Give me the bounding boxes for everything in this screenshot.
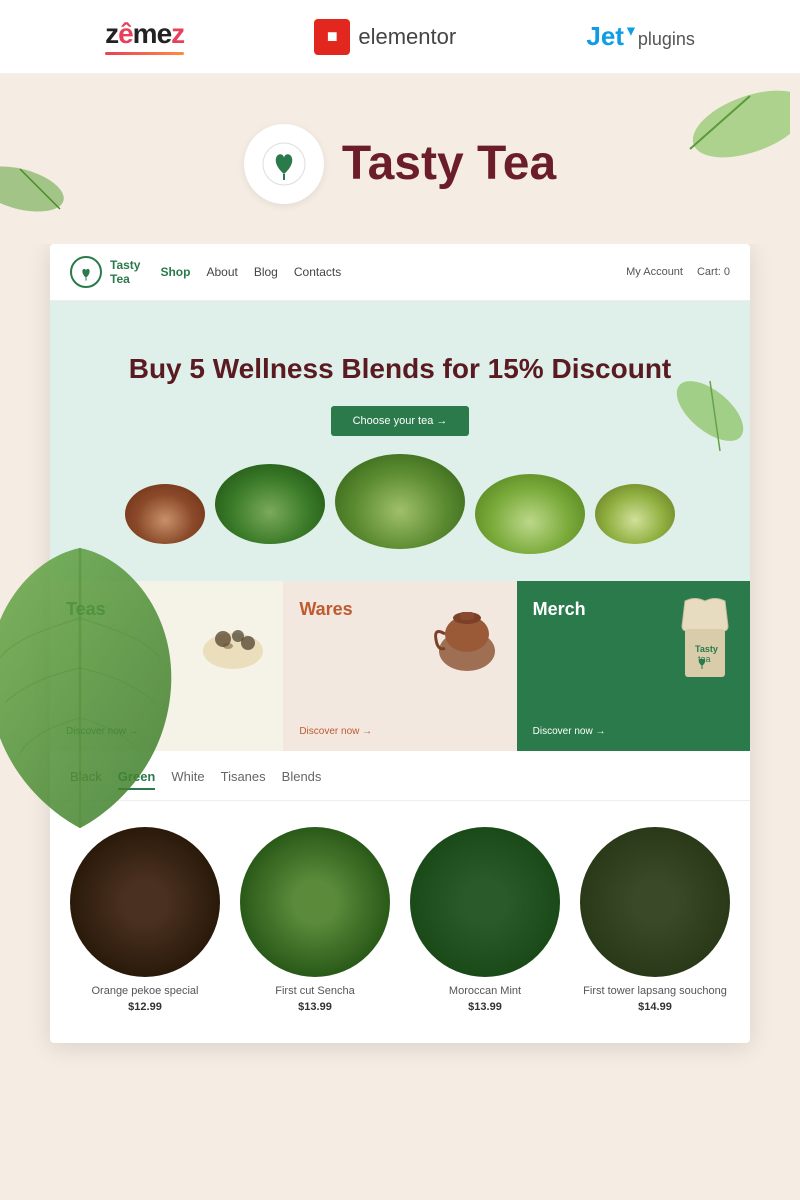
product-image [240,827,390,977]
category-section: Teas Discover now → Wares [50,581,750,751]
teas-discover-link[interactable]: Discover now → [66,726,139,737]
product-image [410,827,560,977]
product-card: First tower lapsang souchong $14.99 [570,817,740,1023]
wares-art [422,596,507,681]
tab-blends[interactable]: Blends [282,769,322,790]
decorative-leaf-left [0,154,80,229]
site-mockup: TastyTea Shop About Blog Contacts My Acc… [50,244,750,1043]
teas-art [193,601,273,681]
choose-tea-button[interactable]: Choose your tea → [331,406,470,436]
product-image [70,827,220,977]
brand-title: Tasty Tea [342,138,556,191]
hero-brand-section: Tasty Tea [0,74,800,244]
merch-discover-link[interactable]: Discover now → [533,726,606,737]
tea-pile-4 [475,474,585,554]
decorative-leaf-right [660,84,790,189]
product-price: $13.99 [410,1001,560,1013]
nav-about[interactable]: About [206,265,237,279]
brand-bar: zêmez ■ elementor Jet▼plugins [0,0,800,74]
tab-white[interactable]: White [171,769,204,790]
product-image [580,827,730,977]
elementor-logo: ■ elementor [314,19,456,55]
wares-discover-link[interactable]: Discover now → [299,726,372,737]
brand-logo-circle [244,124,324,204]
site-logo-text: TastyTea [110,258,140,287]
zemes-logo: zêmez [105,18,184,55]
elementor-text: elementor [358,24,456,50]
category-wares[interactable]: Wares Discover now → [283,581,516,751]
product-price: $12.99 [70,1001,220,1013]
elementor-icon: ■ [314,19,350,55]
tea-pile-1 [125,484,205,544]
hero-banner-title: Buy 5 Wellness Blends for 15% Discount [80,351,720,386]
tea-pile-3 [335,454,465,549]
category-merch[interactable]: Merch Tasty tea Discover now → [517,581,750,751]
hero-brand-inner: Tasty Tea [244,124,556,204]
jet-logo: Jet▼plugins [586,21,694,52]
product-tabs: Black Green White Tisanes Blends [50,751,750,801]
product-card: Orange pekoe special $12.99 [60,817,230,1023]
category-teas[interactable]: Teas Discover now → [50,581,283,751]
site-logo: TastyTea [70,256,140,288]
site-nav: TastyTea Shop About Blog Contacts My Acc… [50,244,750,301]
plugins-text: plugins [638,29,695,49]
product-card: Moroccan Mint $13.99 [400,817,570,1023]
my-account-link[interactable]: My Account [626,266,683,278]
product-price: $13.99 [240,1001,390,1013]
nav-shop[interactable]: Shop [160,265,190,279]
banner-leaf-right [660,361,750,486]
site-nav-right: My Account Cart: 0 [626,266,730,278]
tab-green[interactable]: Green [118,769,156,790]
tea-pile-2 [215,464,325,544]
product-name: First tower lapsang souchong [580,985,730,997]
product-price: $14.99 [580,1001,730,1013]
site-nav-links: Shop About Blog Contacts [160,265,626,279]
cart-link[interactable]: Cart: 0 [697,266,730,278]
jet-text: Jet [586,21,624,51]
site-logo-icon [70,256,102,288]
product-name: First cut Sencha [240,985,390,997]
tab-black[interactable]: Black [70,769,102,790]
tab-tisanes[interactable]: Tisanes [221,769,266,790]
svg-text:Tasty: Tasty [695,644,718,654]
nav-contacts[interactable]: Contacts [294,265,341,279]
hero-banner: Buy 5 Wellness Blends for 15% Discount C… [50,301,750,581]
product-name: Moroccan Mint [410,985,560,997]
product-card: First cut Sencha $13.99 [230,817,400,1023]
tea-piles [80,464,720,554]
nav-blog[interactable]: Blog [254,265,278,279]
merch-art: Tasty tea [670,596,740,686]
tea-pile-5 [595,484,675,544]
product-name: Orange pekoe special [70,985,220,997]
product-grid: Orange pekoe special $12.99 First cut Se… [50,801,750,1043]
